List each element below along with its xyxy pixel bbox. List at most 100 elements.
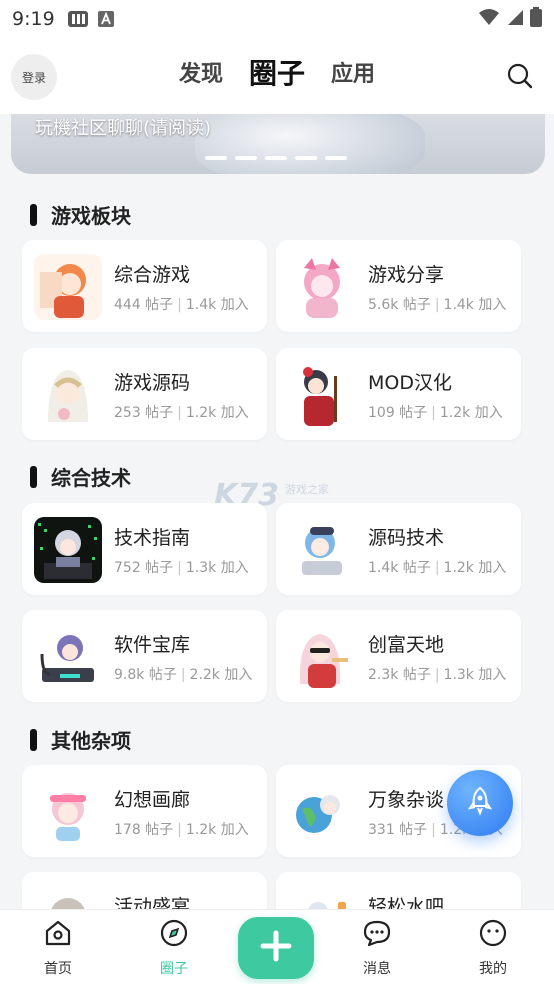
status-bar: 9:19 — [0, 0, 554, 38]
circle-name: 软件宝库 — [114, 634, 191, 656]
section-label: 综合技术 — [51, 466, 131, 490]
post-count: 9.8k 帖子 — [114, 667, 177, 683]
top-header: 登录 发现 圈子 应用 — [0, 38, 554, 114]
chat-icon — [361, 920, 393, 952]
status-time: 9:19 — [12, 8, 55, 30]
carousel-indicator — [205, 156, 347, 160]
circle-avatar — [288, 624, 356, 690]
circle-stats: 9.8k 帖子 | 2.2k 加入 — [114, 667, 253, 683]
section-bar — [30, 465, 37, 488]
section-bar — [30, 203, 37, 226]
rocket-icon — [466, 786, 494, 820]
nav-label: 圈子 — [160, 961, 188, 977]
circle-stats: 253 帖子 | 1.2k 加入 — [114, 405, 249, 421]
nav-label: 消息 — [363, 961, 391, 977]
circle-card[interactable]: 创富天地 2.3k 帖子 | 1.3k 加入 — [276, 610, 521, 702]
circle-card[interactable]: 综合游戏 444 帖子 | 1.4k 加入 — [22, 240, 267, 332]
search-icon[interactable] — [506, 62, 534, 90]
section-label: 游戏板块 — [51, 204, 131, 228]
circle-avatar — [288, 517, 356, 583]
join-count: 1.2k 加入 — [185, 405, 249, 421]
post-count: 752 帖子 — [114, 560, 174, 576]
circle-card[interactable]: 软件宝库 9.8k 帖子 | 2.2k 加入 — [22, 610, 267, 702]
carousel-dot[interactable] — [325, 156, 347, 160]
tab-circles[interactable]: 圈子 — [248, 52, 306, 92]
post-count: 331 帖子 — [368, 822, 428, 838]
post-count: 444 帖子 — [114, 297, 174, 313]
circle-name: 游戏分享 — [368, 264, 445, 286]
post-count: 5.6k 帖子 — [368, 297, 431, 313]
join-count: 1.4k 加入 — [185, 297, 249, 313]
tab-apps[interactable]: 应用 — [330, 56, 376, 92]
circle-avatar — [34, 779, 102, 845]
banner-image — [195, 114, 425, 174]
top-tabs: 发现 圈子 应用 — [0, 56, 554, 92]
circle-name: 幻想画廊 — [114, 789, 191, 811]
nav-label: 我的 — [479, 961, 507, 977]
carousel-dot[interactable] — [295, 156, 317, 160]
banner-carousel[interactable]: 玩機社区聊聊(请阅读) — [11, 114, 545, 174]
circle-stats: 1.4k 帖子 | 1.2k 加入 — [368, 560, 507, 576]
nav-profile[interactable]: 我的 — [453, 918, 533, 978]
home-icon — [43, 920, 73, 952]
circle-stats: 109 帖子 | 1.2k 加入 — [368, 405, 503, 421]
section-title-misc: 其他杂项 — [30, 725, 131, 754]
font-notification-icon — [97, 10, 117, 28]
bottom-navigation: 首页 圈子 消息 我的 — [0, 909, 554, 984]
circle-stats: 5.6k 帖子 | 1.4k 加入 — [368, 297, 507, 313]
post-count: 253 帖子 — [114, 405, 174, 421]
battery-icon — [530, 7, 542, 31]
nav-messages[interactable]: 消息 — [337, 918, 417, 978]
compass-icon — [159, 919, 189, 952]
circle-avatar — [34, 624, 102, 690]
circle-card[interactable]: 幻想画廊 178 帖子 | 1.2k 加入 — [22, 765, 267, 857]
circle-card[interactable]: MOD汉化 109 帖子 | 1.2k 加入 — [276, 348, 521, 440]
app-notification-icon — [67, 10, 88, 28]
plus-icon — [258, 928, 294, 968]
section-label: 其他杂项 — [51, 729, 131, 753]
wifi-icon — [478, 8, 500, 30]
circle-name: 技术指南 — [114, 527, 191, 549]
tab-discover[interactable]: 发现 — [178, 56, 224, 92]
join-count: 1.4k 加入 — [443, 297, 507, 313]
circle-avatar — [34, 517, 102, 583]
circle-stats: 444 帖子 | 1.4k 加入 — [114, 297, 249, 313]
circle-card[interactable]: 游戏分享 5.6k 帖子 | 1.4k 加入 — [276, 240, 521, 332]
section-title-tech: 综合技术 — [30, 462, 131, 491]
carousel-dot[interactable] — [235, 156, 257, 160]
circle-card[interactable]: 源码技术 1.4k 帖子 | 1.2k 加入 — [276, 503, 521, 595]
circle-stats: 178 帖子 | 1.2k 加入 — [114, 822, 249, 838]
circle-name: 万象杂谈 — [368, 789, 445, 811]
join-count: 2.2k 加入 — [189, 667, 253, 683]
rocket-fab-button[interactable] — [447, 770, 513, 836]
post-count: 2.3k 帖子 — [368, 667, 431, 683]
circle-stats: 2.3k 帖子 | 1.3k 加入 — [368, 667, 507, 683]
circle-name: 创富天地 — [368, 634, 445, 656]
post-count: 109 帖子 — [368, 405, 428, 421]
post-count: 178 帖子 — [114, 822, 174, 838]
circle-name: MOD汉化 — [368, 372, 452, 394]
post-count: 1.4k 帖子 — [368, 560, 431, 576]
circle-card[interactable]: 游戏源码 253 帖子 | 1.2k 加入 — [22, 348, 267, 440]
circle-name: 游戏源码 — [114, 372, 191, 394]
join-count: 1.2k 加入 — [443, 560, 507, 576]
join-count: 1.2k 加入 — [185, 822, 249, 838]
nav-home[interactable]: 首页 — [18, 918, 98, 978]
profile-icon — [478, 919, 508, 952]
circle-stats: 752 帖子 | 1.3k 加入 — [114, 560, 249, 576]
section-title-games: 游戏板块 — [30, 200, 131, 229]
circle-card[interactable]: 技术指南 752 帖子 | 1.3k 加入 — [22, 503, 267, 595]
circle-avatar — [288, 362, 356, 428]
nav-circles[interactable]: 圈子 — [134, 918, 214, 978]
watermark-sub: 游戏之家 — [285, 482, 329, 496]
circle-avatar — [34, 362, 102, 428]
carousel-dot[interactable] — [265, 156, 287, 160]
banner-title: 玩機社区聊聊(请阅读) — [35, 118, 212, 139]
carousel-dot[interactable] — [205, 156, 227, 160]
circle-name: 综合游戏 — [114, 264, 191, 286]
join-count: 1.3k 加入 — [443, 667, 507, 683]
circle-name: 源码技术 — [368, 527, 445, 549]
section-bar — [30, 728, 37, 751]
add-post-button[interactable] — [238, 917, 314, 979]
circle-avatar — [288, 254, 356, 320]
